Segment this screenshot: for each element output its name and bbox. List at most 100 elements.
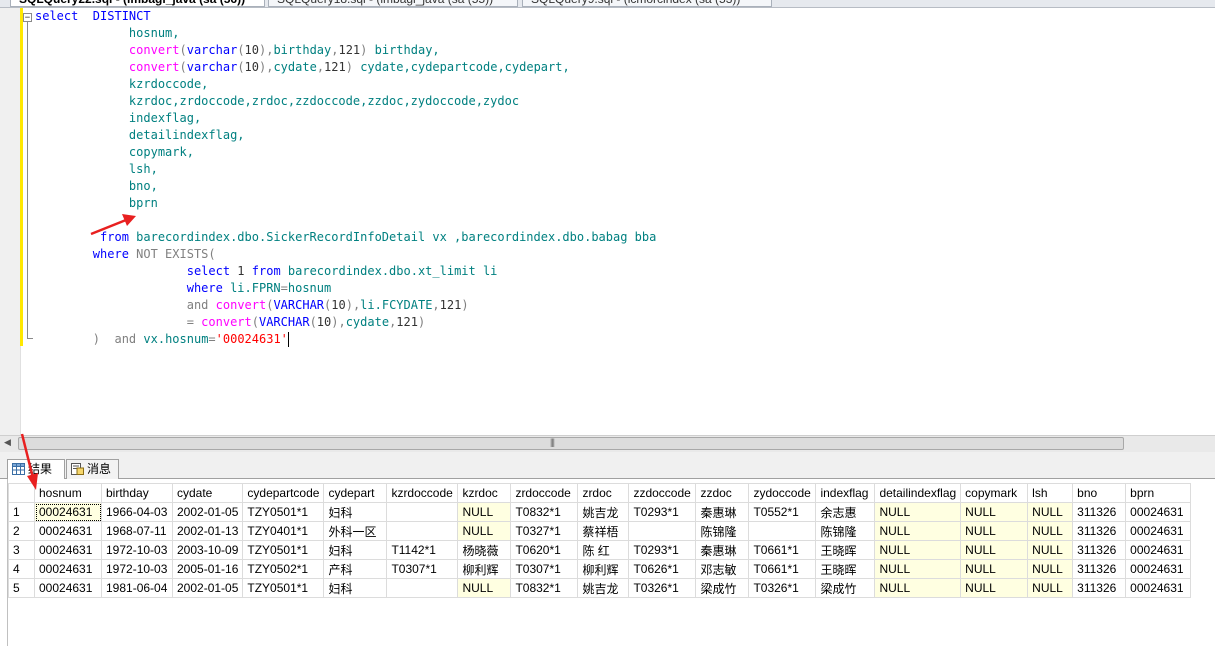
grid-cell-kzrdoc[interactable]: NULL [457, 502, 512, 522]
grid-cell-detailindexflag[interactable]: NULL [874, 540, 962, 560]
grid-cell-zzdoc[interactable]: 陈锦隆 [695, 521, 750, 541]
scroll-left-icon[interactable]: ◀ [4, 437, 11, 448]
sql-code[interactable]: select DISTINCT hosnum, convert(varchar(… [35, 8, 656, 348]
grid-cell-lsh[interactable]: NULL [1027, 521, 1074, 541]
column-header-hosnum[interactable]: hosnum [34, 483, 102, 503]
grid-cell-zrdoccode[interactable]: T0307*1 [510, 559, 579, 579]
grid-cell-copymark[interactable]: NULL [960, 502, 1029, 522]
grid-cell-kzrdoc[interactable]: NULL [457, 521, 512, 541]
tab-results[interactable]: 结果 [7, 459, 65, 480]
grid-cell-kzrdoc[interactable]: NULL [457, 578, 512, 598]
grid-cell-zrdoccode[interactable]: T0620*1 [510, 540, 579, 560]
grid-cell-zrdoccode[interactable]: T0327*1 [510, 521, 579, 541]
document-tab[interactable]: SQLQuery9.sql - (lcmorcindex (sa (53)) [522, 0, 772, 7]
grid-cell-cydepart[interactable]: 外科一区 [323, 521, 388, 541]
grid-cell-detailindexflag[interactable]: NULL [874, 559, 962, 579]
document-tab[interactable]: SQLQuery22.sql - (lmbagl_java (sa (56)) [10, 0, 265, 7]
column-header-zrdoccode[interactable]: zrdoccode [510, 483, 579, 503]
grid-cell-zydoccode[interactable]: T0661*1 [748, 540, 817, 560]
collapse-minus-icon[interactable]: − [23, 13, 32, 23]
column-header-kzrdoccode[interactable]: kzrdoccode [386, 483, 459, 503]
sql-editor[interactable]: − select DISTINCT hosnum, convert(varcha… [0, 8, 1215, 435]
grid-cell-indexflag[interactable]: 余志惠 [815, 502, 876, 522]
column-header-bno[interactable]: bno [1072, 483, 1127, 503]
column-header-birthday[interactable]: birthday [101, 483, 173, 503]
grid-cell-cydate[interactable]: 2003-10-09 [171, 540, 244, 560]
grid-cell-cydepart[interactable]: 产科 [323, 559, 388, 579]
grid-cell-cydepartcode[interactable]: TZY0502*1 [242, 559, 325, 579]
grid-cell-bno[interactable]: 311326 [1072, 521, 1127, 541]
grid-cell-bprn[interactable]: 00024631 [1125, 540, 1192, 560]
tab-messages[interactable]: 消息 [66, 459, 119, 479]
grid-cell-zrdoc[interactable]: 陈 红 [577, 540, 630, 560]
grid-cell-zzdoccode[interactable] [628, 521, 697, 541]
grid-cell-lsh[interactable]: NULL [1027, 559, 1074, 579]
grid-cell-bprn[interactable]: 00024631 [1125, 578, 1192, 598]
grid-cell-zrdoc[interactable]: 蔡祥梧 [577, 521, 630, 541]
grid-cell-kzrdoccode[interactable] [386, 521, 459, 541]
grid-cell-cydate[interactable]: 2002-01-05 [171, 502, 244, 522]
column-header-bprn[interactable]: bprn [1125, 483, 1192, 503]
row-header-corner[interactable] [8, 483, 35, 503]
grid-cell-lsh[interactable]: NULL [1027, 540, 1074, 560]
column-header-kzrdoc[interactable]: kzrdoc [457, 483, 512, 503]
column-header-lsh[interactable]: lsh [1027, 483, 1074, 503]
grid-cell-hosnum[interactable]: 00024631 [34, 578, 102, 598]
row-number[interactable]: 3 [8, 540, 35, 560]
grid-cell-bno[interactable]: 311326 [1072, 502, 1127, 522]
document-tab[interactable]: SQLQuery18.sql - (lmbagl_java (sa (55)) [268, 0, 518, 7]
column-header-zrdoc[interactable]: zrdoc [577, 483, 630, 503]
table-row[interactable]: 1 00024631 1966-04-03 2002-01-05 TZY0501*1 妇科… [8, 502, 1192, 522]
grid-cell-zrdoc[interactable]: 柳利辉 [577, 559, 630, 579]
grid-cell-cydepartcode[interactable]: TZY0501*1 [242, 502, 325, 522]
grid-cell-cydepart[interactable]: 妇科 [323, 540, 388, 560]
grid-cell-bprn[interactable]: 00024631 [1125, 521, 1192, 541]
grid-cell-zydoccode[interactable]: T0326*1 [748, 578, 817, 598]
grid-cell-birthday[interactable]: 1966-04-03 [101, 502, 173, 522]
grid-cell-hosnum[interactable]: 00024631 [34, 521, 102, 541]
grid-cell-lsh[interactable]: NULL [1027, 578, 1074, 598]
grid-cell-birthday[interactable]: 1968-07-11 [101, 521, 173, 541]
grid-cell-indexflag[interactable]: 王晓晖 [815, 559, 876, 579]
grid-cell-cydepartcode[interactable]: TZY0501*1 [242, 578, 325, 598]
grid-cell-zzdoc[interactable]: 秦惠琳 [695, 540, 750, 560]
grid-cell-kzrdoccode[interactable]: T0307*1 [386, 559, 459, 579]
grid-cell-bprn[interactable]: 00024631 [1125, 559, 1192, 579]
grid-cell-cydepartcode[interactable]: TZY0501*1 [242, 540, 325, 560]
grid-cell-cydate[interactable]: 2005-01-16 [171, 559, 244, 579]
column-header-zydoccode[interactable]: zydoccode [748, 483, 817, 503]
grid-cell-kzrdoccode[interactable] [386, 578, 459, 598]
grid-cell-birthday[interactable]: 1972-10-03 [101, 540, 173, 560]
grid-cell-cydate[interactable]: 2002-01-05 [171, 578, 244, 598]
scrollbar-thumb[interactable] [18, 437, 1124, 450]
grid-cell-copymark[interactable]: NULL [960, 521, 1029, 541]
grid-cell-detailindexflag[interactable]: NULL [874, 502, 962, 522]
row-number[interactable]: 4 [8, 559, 35, 579]
table-row[interactable]: 3 00024631 1972-10-03 2003-10-09 TZY0501*1 妇科… [8, 540, 1192, 560]
results-grid[interactable]: hosnum birthday cydate cydepartcode cydepart… [8, 483, 1192, 598]
column-header-indexflag[interactable]: indexflag [815, 483, 876, 503]
row-number[interactable]: 2 [8, 521, 35, 541]
grid-cell-birthday[interactable]: 1972-10-03 [101, 559, 173, 579]
grid-cell-zzdoccode[interactable]: T0326*1 [628, 578, 697, 598]
grid-cell-birthday[interactable]: 1981-06-04 [101, 578, 173, 598]
grid-cell-zzdoccode[interactable]: T0293*1 [628, 502, 697, 522]
column-header-copymark[interactable]: copymark [960, 483, 1029, 503]
grid-cell-cydate[interactable]: 2002-01-13 [171, 521, 244, 541]
column-header-detailindexflag[interactable]: detailindexflag [874, 483, 962, 503]
grid-cell-bno[interactable]: 311326 [1072, 559, 1127, 579]
column-header-zzdoc[interactable]: zzdoc [695, 483, 750, 503]
column-header-cydate[interactable]: cydate [171, 483, 244, 503]
column-header-zzdoccode[interactable]: zzdoccode [628, 483, 697, 503]
grid-cell-indexflag[interactable]: 王晓晖 [815, 540, 876, 560]
grid-cell-lsh[interactable]: NULL [1027, 502, 1074, 522]
grid-cell-bno[interactable]: 311326 [1072, 578, 1127, 598]
grid-cell-kzrdoccode[interactable] [386, 502, 459, 522]
grid-cell-copymark[interactable]: NULL [960, 540, 1029, 560]
row-number[interactable]: 5 [8, 578, 35, 598]
column-header-cydepart[interactable]: cydepart [323, 483, 388, 503]
grid-cell-zydoccode[interactable]: T0552*1 [748, 502, 817, 522]
grid-cell-zzdoccode[interactable]: T0626*1 [628, 559, 697, 579]
grid-cell-indexflag[interactable]: 梁成竹 [815, 578, 876, 598]
grid-cell-zydoccode[interactable] [748, 521, 817, 541]
